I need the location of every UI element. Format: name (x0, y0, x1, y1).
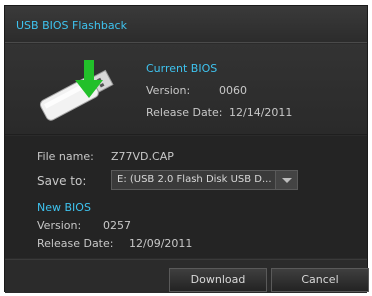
current-bios-panel: Current BIOS Version: 0060 Release Date:… (5, 44, 367, 135)
current-version-value: 0060 (219, 84, 247, 97)
titlebar: USB BIOS Flashback (5, 6, 367, 43)
save-to-label: Save to: (37, 174, 87, 188)
usb-drive-icon (39, 60, 114, 121)
new-bios-panel: File name: Z77VD.CAP Save to: E: (USB 2.… (5, 136, 367, 258)
cancel-button[interactable]: Cancel (271, 268, 369, 292)
bios-flashback-window: USB BIOS Flashback Current BIOS Version:… (4, 5, 369, 293)
download-button[interactable]: Download (169, 268, 267, 292)
new-version-label: Version: (37, 219, 82, 232)
current-release-date-label: Release Date: (146, 106, 223, 119)
new-bios-heading: New BIOS (37, 201, 91, 214)
save-to-selected: E: (USB 2.0 Flash Disk USB D... (117, 174, 272, 185)
chevron-down-icon[interactable] (275, 171, 297, 189)
window-title: USB BIOS Flashback (16, 19, 127, 32)
current-release-date-value: 12/14/2011 (229, 106, 293, 119)
new-release-date-value: 12/09/2011 (129, 237, 193, 250)
new-release-date-label: Release Date: (37, 237, 114, 250)
button-bar: Download Cancel (5, 259, 369, 293)
new-version-value: 0257 (103, 219, 131, 232)
save-to-dropdown[interactable]: E: (USB 2.0 Flash Disk USB D... (111, 170, 298, 190)
file-name-value: Z77VD.CAP (111, 150, 174, 163)
file-name-label: File name: (37, 150, 94, 163)
current-version-label: Version: (146, 84, 191, 97)
current-bios-heading: Current BIOS (146, 62, 218, 75)
